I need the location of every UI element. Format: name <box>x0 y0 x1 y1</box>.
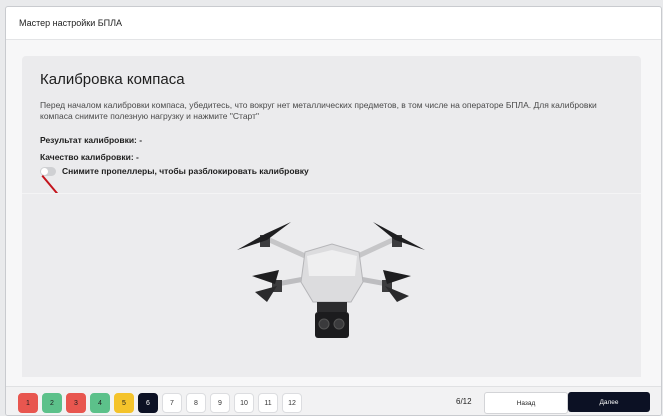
wizard-navigation-bar: 1 2 3 4 5 6 7 8 9 10 11 12 6/12 Назад Далее <box>6 386 661 415</box>
back-button[interactable]: Назад <box>484 392 568 414</box>
content-area: Калибровка компаса Перед началом калибро… <box>6 40 661 387</box>
step-indicator: 1 2 3 4 5 6 7 8 9 10 11 12 <box>18 393 302 413</box>
step-5-button[interactable]: 5 <box>114 393 134 413</box>
step-counter: 6/12 <box>456 397 472 406</box>
calibration-result: Результат калибровки: - <box>40 135 143 145</box>
step-4-button[interactable]: 4 <box>90 393 110 413</box>
step-7-button[interactable]: 7 <box>162 393 182 413</box>
next-button[interactable]: Далее <box>568 392 650 412</box>
step-12-button[interactable]: 12 <box>282 393 302 413</box>
page-title: Калибровка компаса <box>40 71 185 88</box>
step-10-button[interactable]: 10 <box>234 393 254 413</box>
toggle-label: Снимите пропеллеры, чтобы разблокировать… <box>62 166 309 176</box>
step-2-button[interactable]: 2 <box>42 393 62 413</box>
window-title: Мастер настройки БПЛА <box>6 7 661 40</box>
step-9-button[interactable]: 9 <box>210 393 230 413</box>
step-1-button[interactable]: 1 <box>18 393 38 413</box>
step-6-button[interactable]: 6 <box>138 393 158 413</box>
step-11-button[interactable]: 11 <box>258 393 278 413</box>
step-3-button[interactable]: 3 <box>66 393 86 413</box>
drone-image <box>237 222 425 338</box>
step-8-button[interactable]: 8 <box>186 393 206 413</box>
drone-image-area <box>22 193 641 377</box>
setup-wizard-window: Мастер настройки БПЛА Калибровка компаса… <box>5 6 662 416</box>
calibration-description: Перед началом калибровки компаса, убедит… <box>40 100 597 121</box>
calibration-quality: Качество калибровки: - <box>40 152 139 162</box>
compass-calibration-panel: Калибровка компаса Перед началом калибро… <box>22 56 641 377</box>
